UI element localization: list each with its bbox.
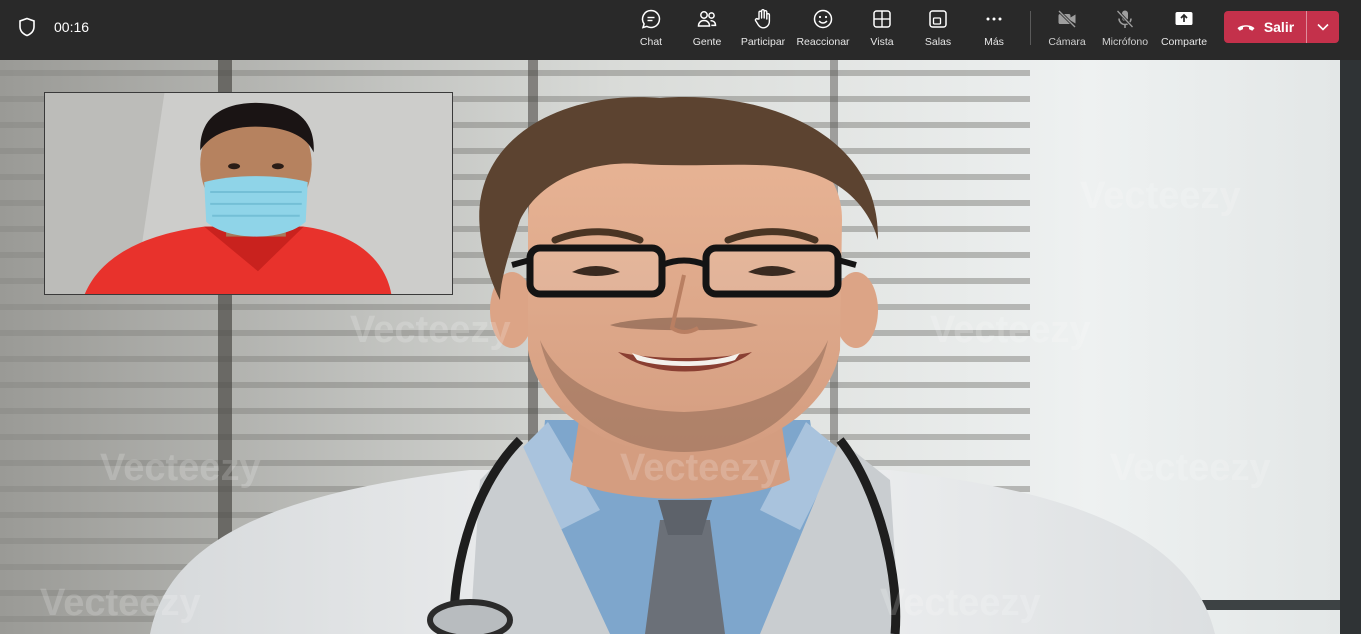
svg-text:Vecteezy: Vecteezy	[930, 309, 1091, 351]
hand-icon	[754, 9, 771, 29]
camera-off-icon	[1057, 9, 1077, 29]
people-button[interactable]: Gente	[679, 8, 735, 52]
react-label: Reaccionar	[796, 36, 850, 48]
people-icon	[697, 11, 717, 27]
call-timer: 00:16	[54, 19, 90, 35]
microphone-label: Micrófono	[1101, 36, 1149, 48]
raise-hand-label: Participar	[740, 36, 786, 48]
leave-button[interactable]: Salir	[1224, 11, 1306, 43]
leave-options-button[interactable]	[1306, 11, 1339, 43]
phone-icon	[1237, 25, 1255, 31]
share-button[interactable]: Comparte	[1156, 8, 1212, 52]
chat-label: Chat	[639, 36, 663, 48]
toolbar-divider	[1030, 11, 1031, 45]
chat-icon	[641, 9, 661, 29]
view-icon	[873, 10, 891, 28]
camera-label: Cámara	[1048, 36, 1086, 48]
view-label: Vista	[870, 36, 894, 48]
rooms-label: Salas	[924, 36, 952, 48]
svg-text:Vecteezy: Vecteezy	[40, 582, 201, 624]
smile-icon	[813, 9, 833, 29]
svg-text:Vecteezy: Vecteezy	[880, 582, 1041, 624]
react-button[interactable]: Reaccionar	[795, 8, 851, 52]
rooms-button[interactable]: Salas	[910, 8, 966, 52]
main-video-area: Vecteezy Vecteezy Vecteezy Vecteezy Vect…	[0, 60, 1361, 634]
view-button[interactable]: Vista	[854, 8, 910, 52]
chevron-down-icon	[1317, 23, 1329, 31]
people-label: Gente	[692, 36, 722, 48]
leave-control: Salir	[1224, 11, 1339, 43]
local-participant-video	[45, 93, 452, 294]
svg-text:Vecteezy: Vecteezy	[1080, 175, 1241, 217]
chat-button[interactable]: Chat	[623, 8, 679, 52]
svg-text:Vecteezy: Vecteezy	[100, 447, 261, 489]
more-label: Más	[984, 36, 1004, 48]
more-button[interactable]: Más	[966, 8, 1022, 52]
camera-toggle[interactable]: Cámara	[1039, 8, 1095, 52]
self-video-preview[interactable]	[44, 92, 453, 295]
svg-text:Vecteezy: Vecteezy	[350, 309, 511, 351]
more-icon	[986, 17, 1002, 21]
meeting-toolbar: 00:16 Chat Gente Participar Reaccionar V…	[0, 0, 1361, 60]
svg-text:Vecteezy: Vecteezy	[620, 447, 781, 489]
mic-off-icon	[1116, 9, 1134, 29]
rooms-icon	[929, 10, 947, 28]
share-icon	[1175, 12, 1193, 25]
raise-hand-button[interactable]: Participar	[735, 8, 791, 52]
microphone-toggle[interactable]: Micrófono	[1097, 8, 1153, 52]
shield-icon	[19, 17, 35, 37]
svg-text:Vecteezy: Vecteezy	[1110, 447, 1271, 489]
leave-label: Salir	[1263, 19, 1295, 35]
share-label: Comparte	[1160, 36, 1208, 48]
